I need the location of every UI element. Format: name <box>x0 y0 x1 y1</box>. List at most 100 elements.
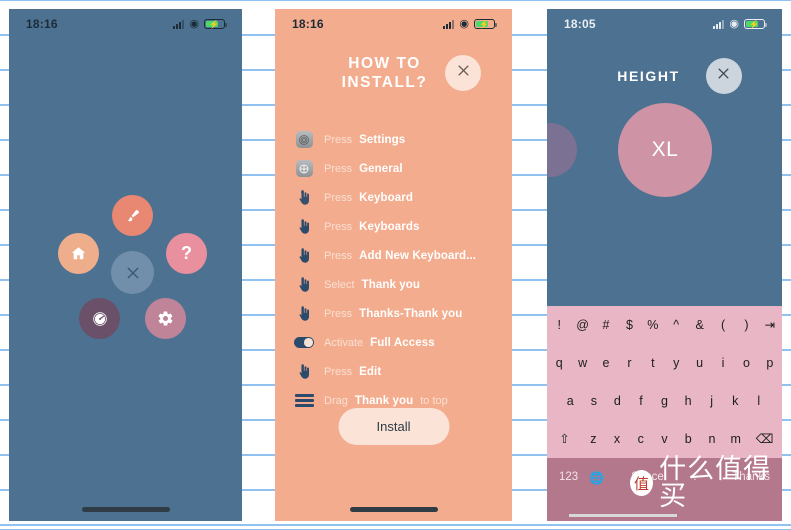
tap-hand-icon <box>291 247 317 264</box>
step-verb: Press <box>324 365 353 378</box>
page-title-line1: HOW TO <box>348 55 421 72</box>
key-tab[interactable]: ⇥ <box>758 306 782 343</box>
list-item: Activate Full Access <box>291 328 502 357</box>
key-thanks[interactable]: Thanks <box>714 471 770 483</box>
battery-charging-icon: ⚡ <box>204 19 227 29</box>
size-option-selected[interactable]: XL <box>618 103 712 197</box>
key[interactable]: a <box>559 382 582 419</box>
key[interactable]: f <box>629 382 653 419</box>
key[interactable]: ! <box>548 306 571 343</box>
step-target: Thank you <box>361 278 420 291</box>
close-button[interactable] <box>445 55 482 92</box>
wifi-icon: ◉ <box>189 17 199 30</box>
list-item: Press Settings <box>291 125 502 154</box>
key[interactable]: ( <box>711 306 735 343</box>
paint-brush-icon <box>125 208 141 224</box>
fab-home-button[interactable] <box>58 233 99 274</box>
battery-charging-icon: ⚡ <box>744 19 767 29</box>
list-item: Press Keyboard <box>291 183 502 212</box>
key[interactable]: c <box>629 420 653 457</box>
close-button[interactable] <box>705 58 742 94</box>
size-option-previous[interactable] <box>547 123 577 177</box>
close-x-icon <box>125 265 141 281</box>
key[interactable]: n <box>700 420 724 457</box>
key-numeric-toggle[interactable]: 123 <box>559 471 589 483</box>
key[interactable]: w <box>571 344 594 381</box>
key[interactable]: p <box>758 344 782 381</box>
fab-speedometer-button[interactable] <box>79 298 120 339</box>
key[interactable]: ^ <box>665 306 688 343</box>
step-suffix: to top <box>420 394 448 407</box>
key[interactable]: q <box>548 344 571 381</box>
key[interactable]: y <box>665 344 688 381</box>
list-item: Press Keyboards <box>291 212 502 241</box>
key[interactable]: # <box>594 306 618 343</box>
key[interactable]: s <box>582 382 606 419</box>
key[interactable]: b <box>676 420 700 457</box>
key[interactable]: t <box>641 344 665 381</box>
ios-general-icon <box>291 160 317 177</box>
key[interactable]: ) <box>735 306 758 343</box>
close-icon <box>456 63 471 83</box>
step-target: Keyboards <box>359 220 420 233</box>
key[interactable]: r <box>618 344 641 381</box>
list-item: Press General <box>291 154 502 183</box>
step-verb: Press <box>324 249 353 262</box>
key[interactable]: g <box>653 382 676 419</box>
page-title: HEIGHT <box>617 68 680 84</box>
phone-screen-height-picker: 18:05 ◉ ⚡ HEIGHT XL ! @ # $ % ^ & () ⇥ … <box>547 9 782 521</box>
key[interactable]: z <box>581 420 605 457</box>
key-shift[interactable]: ⇧ <box>548 420 581 457</box>
key[interactable]: u <box>688 344 711 381</box>
key[interactable]: % <box>641 306 665 343</box>
key[interactable]: k <box>723 382 747 419</box>
fab-paint-brush-button[interactable] <box>112 195 153 236</box>
key[interactable]: x <box>605 420 629 457</box>
globe-icon[interactable]: 🌐 <box>589 471 619 485</box>
key-period[interactable]: . <box>676 471 714 483</box>
key[interactable]: & <box>688 306 711 343</box>
status-bar-panel2: 18:16 ◉ ⚡ <box>275 9 512 39</box>
step-target: Full Access <box>370 336 435 349</box>
key[interactable]: @ <box>571 306 594 343</box>
key[interactable]: e <box>594 344 618 381</box>
keyboard-bottom-bar: 123 🌐 Space . Thanks <box>547 458 782 521</box>
step-verb: Press <box>324 162 353 175</box>
key[interactable]: d <box>606 382 629 419</box>
fab-settings-button[interactable] <box>145 298 186 339</box>
panel2-header: HOW TO INSTALL? <box>275 54 512 93</box>
step-verb: Drag <box>324 394 348 407</box>
status-bar-panel1: 18:16 ◉ ⚡ <box>9 9 242 39</box>
list-item: Press Thanks-Thank you <box>291 299 502 328</box>
status-time: 18:05 <box>564 17 596 31</box>
status-indicators: ◉ ⚡ <box>713 18 767 30</box>
page-title-line2: INSTALL? <box>341 74 428 92</box>
speedometer-icon <box>91 310 109 328</box>
key[interactable]: v <box>653 420 676 457</box>
step-target: General <box>359 162 403 175</box>
battery-charging-icon: ⚡ <box>474 19 497 29</box>
key[interactable]: m <box>724 420 748 457</box>
keyboard-row-4: ⇧ z x c v b n m ⌫ <box>547 420 782 457</box>
key[interactable]: $ <box>618 306 641 343</box>
drag-handle-icon <box>291 394 317 407</box>
key[interactable]: o <box>735 344 758 381</box>
key[interactable]: l <box>747 382 771 419</box>
status-time: 18:16 <box>292 17 324 31</box>
keyboard-row-3: a s d f g h j k l <box>547 382 782 419</box>
install-steps-list: Press Settings Press General Press Keybo… <box>291 125 502 415</box>
key-backspace[interactable]: ⌫ <box>748 420 782 457</box>
panel3-header: HEIGHT <box>547 58 782 94</box>
phone-screen-how-to-install: 18:16 ◉ ⚡ HOW TO INSTALL? Press Settings… <box>275 9 512 521</box>
key-space[interactable]: Space <box>619 471 676 483</box>
install-button[interactable]: Install <box>338 408 449 445</box>
status-indicators: ◉ ⚡ <box>443 18 497 30</box>
key[interactable]: i <box>711 344 735 381</box>
key[interactable]: h <box>676 382 700 419</box>
fab-help-button[interactable]: ? <box>166 233 207 274</box>
key[interactable]: j <box>700 382 723 419</box>
fab-close-button[interactable] <box>111 251 154 294</box>
keyboard-row-2: q w e r t y u i o p <box>547 344 782 381</box>
custom-keyboard: ! @ # $ % ^ & ( ) ⇥ q w e r t y u i o p … <box>547 306 782 521</box>
step-verb: Press <box>324 220 353 233</box>
